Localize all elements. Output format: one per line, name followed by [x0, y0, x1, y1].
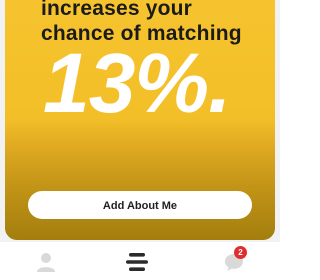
- profile-completion-promo-card: increases your chance of matching 13%. A…: [5, 0, 275, 240]
- feed-icon: [126, 253, 148, 271]
- nav-profile-tab[interactable]: [34, 250, 58, 274]
- bottom-navigation-bar: 2: [0, 242, 280, 280]
- unread-messages-badge: 2: [234, 246, 247, 259]
- add-about-me-button[interactable]: Add About Me: [28, 191, 252, 219]
- app-screen: increases your chance of matching 13%. A…: [0, 0, 280, 280]
- promo-headline-line-1: increases your: [41, 0, 193, 20]
- profile-icon: [37, 253, 55, 272]
- nav-messages-tab[interactable]: 2: [222, 246, 247, 274]
- nav-feed-tab[interactable]: [125, 250, 149, 274]
- match-chance-percentage: 13%.: [43, 36, 231, 130]
